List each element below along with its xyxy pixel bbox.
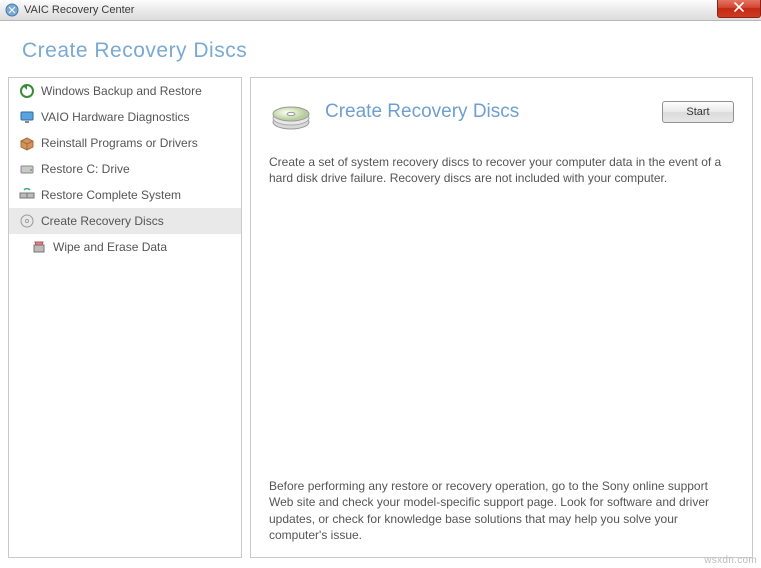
sidebar-item-wipe-erase[interactable]: Wipe and Erase Data xyxy=(9,234,241,260)
content-title: Create Recovery Discs xyxy=(325,101,650,123)
sidebar-item-restore-complete-system[interactable]: Restore Complete System xyxy=(9,182,241,208)
sidebar-item-label: Wipe and Erase Data xyxy=(53,240,167,254)
start-button-label: Start xyxy=(686,106,709,118)
sidebar-item-create-recovery-discs[interactable]: Create Recovery Discs xyxy=(9,208,241,234)
content-footer-note: Before performing any restore or recover… xyxy=(269,478,734,545)
page-title: Create Recovery Discs xyxy=(22,39,739,63)
content-description: Create a set of system recovery discs to… xyxy=(269,154,734,186)
body: Windows Backup and Restore VAIO Hardware… xyxy=(0,77,761,568)
box-icon xyxy=(19,135,35,151)
close-icon xyxy=(734,1,744,15)
app-icon xyxy=(4,2,20,18)
page-header: Create Recovery Discs xyxy=(0,21,761,77)
system-restore-icon xyxy=(19,187,35,203)
watermark: wsxdn.com xyxy=(704,555,757,566)
restore-icon xyxy=(19,83,35,99)
sidebar-item-windows-backup[interactable]: Windows Backup and Restore xyxy=(9,78,241,104)
start-button[interactable]: Start xyxy=(662,101,734,123)
content-header: Create Recovery Discs Start xyxy=(269,92,734,132)
sidebar-item-label: Reinstall Programs or Drivers xyxy=(41,136,198,150)
sidebar-item-hardware-diagnostics[interactable]: VAIO Hardware Diagnostics xyxy=(9,104,241,130)
window-title: VAIC Recovery Center xyxy=(24,4,134,16)
erase-icon xyxy=(31,239,47,255)
sidebar-item-label: Windows Backup and Restore xyxy=(41,84,202,98)
sidebar: Windows Backup and Restore VAIO Hardware… xyxy=(8,77,242,558)
close-button[interactable] xyxy=(717,0,761,18)
sidebar-item-label: Create Recovery Discs xyxy=(41,214,164,228)
disc-icon xyxy=(19,213,35,229)
sidebar-item-label: Restore C: Drive xyxy=(41,162,130,176)
sidebar-item-label: Restore Complete System xyxy=(41,188,181,202)
monitor-icon xyxy=(19,109,35,125)
sidebar-item-label: VAIO Hardware Diagnostics xyxy=(41,110,190,124)
drive-icon xyxy=(19,161,35,177)
content-panel: Create Recovery Discs Start Create a set… xyxy=(250,77,753,558)
sidebar-item-reinstall-programs[interactable]: Reinstall Programs or Drivers xyxy=(9,130,241,156)
sidebar-item-restore-c-drive[interactable]: Restore C: Drive xyxy=(9,156,241,182)
titlebar: VAIC Recovery Center xyxy=(0,0,761,21)
recovery-center-window: VAIC Recovery Center Create Recovery Dis… xyxy=(0,0,761,568)
disc-stack-icon xyxy=(269,92,313,132)
